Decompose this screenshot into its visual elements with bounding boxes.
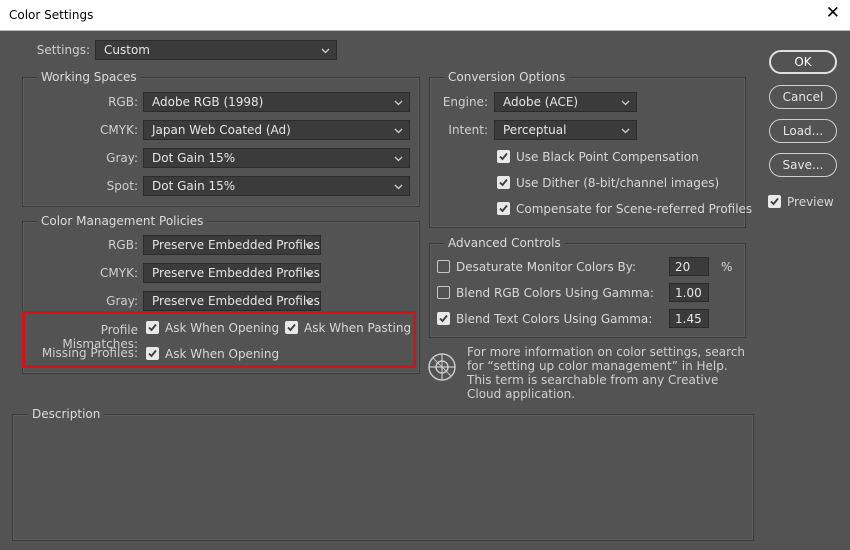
engine-value: Adobe (ACE) <box>503 95 579 109</box>
settings-dropdown[interactable]: Custom <box>95 40 337 60</box>
policies-title: Color Management Policies <box>37 214 208 228</box>
window-title: Color Settings <box>9 8 94 22</box>
policy-rgb-dropdown[interactable]: Preserve Embedded Profiles <box>143 235 321 255</box>
checkmark-icon <box>499 178 508 187</box>
ws-rgb-label: RGB: <box>108 95 138 109</box>
cancel-button[interactable]: Cancel <box>769 85 837 109</box>
checkmark-icon <box>770 197 779 206</box>
policy-rgb-label: RGB: <box>108 238 138 252</box>
chevron-down-icon <box>305 299 314 305</box>
chevron-down-icon <box>621 128 630 134</box>
ws-rgb-dropdown[interactable]: Adobe RGB (1998) <box>143 92 410 112</box>
chevron-down-icon <box>305 243 314 249</box>
working-spaces-title: Working Spaces <box>37 70 141 84</box>
blend-rgb-checkbox[interactable] <box>437 286 450 299</box>
title-bar: Color Settings ✕ <box>0 0 850 31</box>
dither-checkbox[interactable] <box>497 176 510 189</box>
desaturate-label: Desaturate Monitor Colors By: <box>456 260 637 274</box>
blend-text-checkbox[interactable] <box>437 312 450 325</box>
highlight-box <box>22 311 416 368</box>
advanced-title: Advanced Controls <box>444 236 565 250</box>
description-title: Description <box>28 407 105 421</box>
preview-label: Preview <box>787 195 834 209</box>
desaturate-input[interactable]: 20 <box>669 257 709 276</box>
blend-text-value: 1.45 <box>675 312 702 326</box>
policy-cmyk-label: CMYK: <box>100 266 138 280</box>
ok-button[interactable]: OK <box>769 50 837 74</box>
engine-dropdown[interactable]: Adobe (ACE) <box>494 92 637 112</box>
ws-gray-value: Dot Gain 15% <box>152 151 236 165</box>
intent-dropdown[interactable]: Perceptual <box>494 120 637 140</box>
policy-rgb-value: Preserve Embedded Profiles <box>152 238 320 252</box>
dither-label: Use Dither (8-bit/channel images) <box>516 176 720 190</box>
chevron-down-icon <box>621 100 630 106</box>
conversion-title: Conversion Options <box>444 70 570 84</box>
policy-gray-label: Gray: <box>106 294 138 308</box>
chevron-down-icon <box>394 128 403 134</box>
scene-referred-checkbox[interactable] <box>497 202 510 215</box>
ws-gray-dropdown[interactable]: Dot Gain 15% <box>143 148 410 168</box>
intent-label: Intent: <box>448 123 488 137</box>
policy-gray-value: Preserve Embedded Profiles <box>152 294 320 308</box>
engine-label: Engine: <box>442 95 488 109</box>
preview-checkbox[interactable] <box>768 195 781 208</box>
color-wheel-icon <box>428 353 456 381</box>
settings-value: Custom <box>104 43 150 57</box>
checkmark-icon <box>499 152 508 161</box>
blend-text-input[interactable]: 1.45 <box>669 309 709 328</box>
ws-gray-label: Gray: <box>106 151 138 165</box>
ws-spot-dropdown[interactable]: Dot Gain 15% <box>143 176 410 196</box>
policy-cmyk-dropdown[interactable]: Preserve Embedded Profiles <box>143 263 321 283</box>
blend-rgb-input[interactable]: 1.00 <box>669 283 709 302</box>
info-text: For more information on color settings, … <box>467 345 746 401</box>
desaturate-value: 20 <box>675 260 691 274</box>
policy-cmyk-value: Preserve Embedded Profiles <box>152 266 320 280</box>
ws-cmyk-value: Japan Web Coated (Ad) <box>152 123 291 137</box>
chevron-down-icon <box>394 156 403 162</box>
intent-value: Perceptual <box>503 123 567 137</box>
ws-cmyk-label: CMYK: <box>100 123 138 137</box>
ws-cmyk-dropdown[interactable]: Japan Web Coated (Ad) <box>143 120 410 140</box>
ws-rgb-value: Adobe RGB (1998) <box>152 95 264 109</box>
chevron-down-icon <box>305 271 314 277</box>
desaturate-checkbox[interactable] <box>437 260 450 273</box>
checkmark-icon <box>439 314 448 323</box>
checkmark-icon <box>499 204 508 213</box>
black-point-checkbox[interactable] <box>497 150 510 163</box>
ws-spot-value: Dot Gain 15% <box>152 179 236 193</box>
close-icon[interactable]: ✕ <box>826 5 840 22</box>
chevron-down-icon <box>321 48 330 54</box>
black-point-label: Use Black Point Compensation <box>516 150 699 164</box>
blend-rgb-value: 1.00 <box>675 286 702 300</box>
description-panel <box>12 414 754 541</box>
settings-label: Settings: <box>36 43 90 57</box>
blend-text-label: Blend Text Colors Using Gamma: <box>456 312 653 326</box>
load-button[interactable]: Load... <box>769 119 837 143</box>
save-button[interactable]: Save... <box>769 153 837 177</box>
ws-spot-label: Spot: <box>106 179 138 193</box>
chevron-down-icon <box>394 100 403 106</box>
scene-referred-label: Compensate for Scene-referred Profiles <box>516 202 753 216</box>
desaturate-unit: % <box>721 260 733 274</box>
chevron-down-icon <box>394 184 403 190</box>
blend-rgb-label: Blend RGB Colors Using Gamma: <box>456 286 654 300</box>
policy-gray-dropdown[interactable]: Preserve Embedded Profiles <box>143 291 321 311</box>
